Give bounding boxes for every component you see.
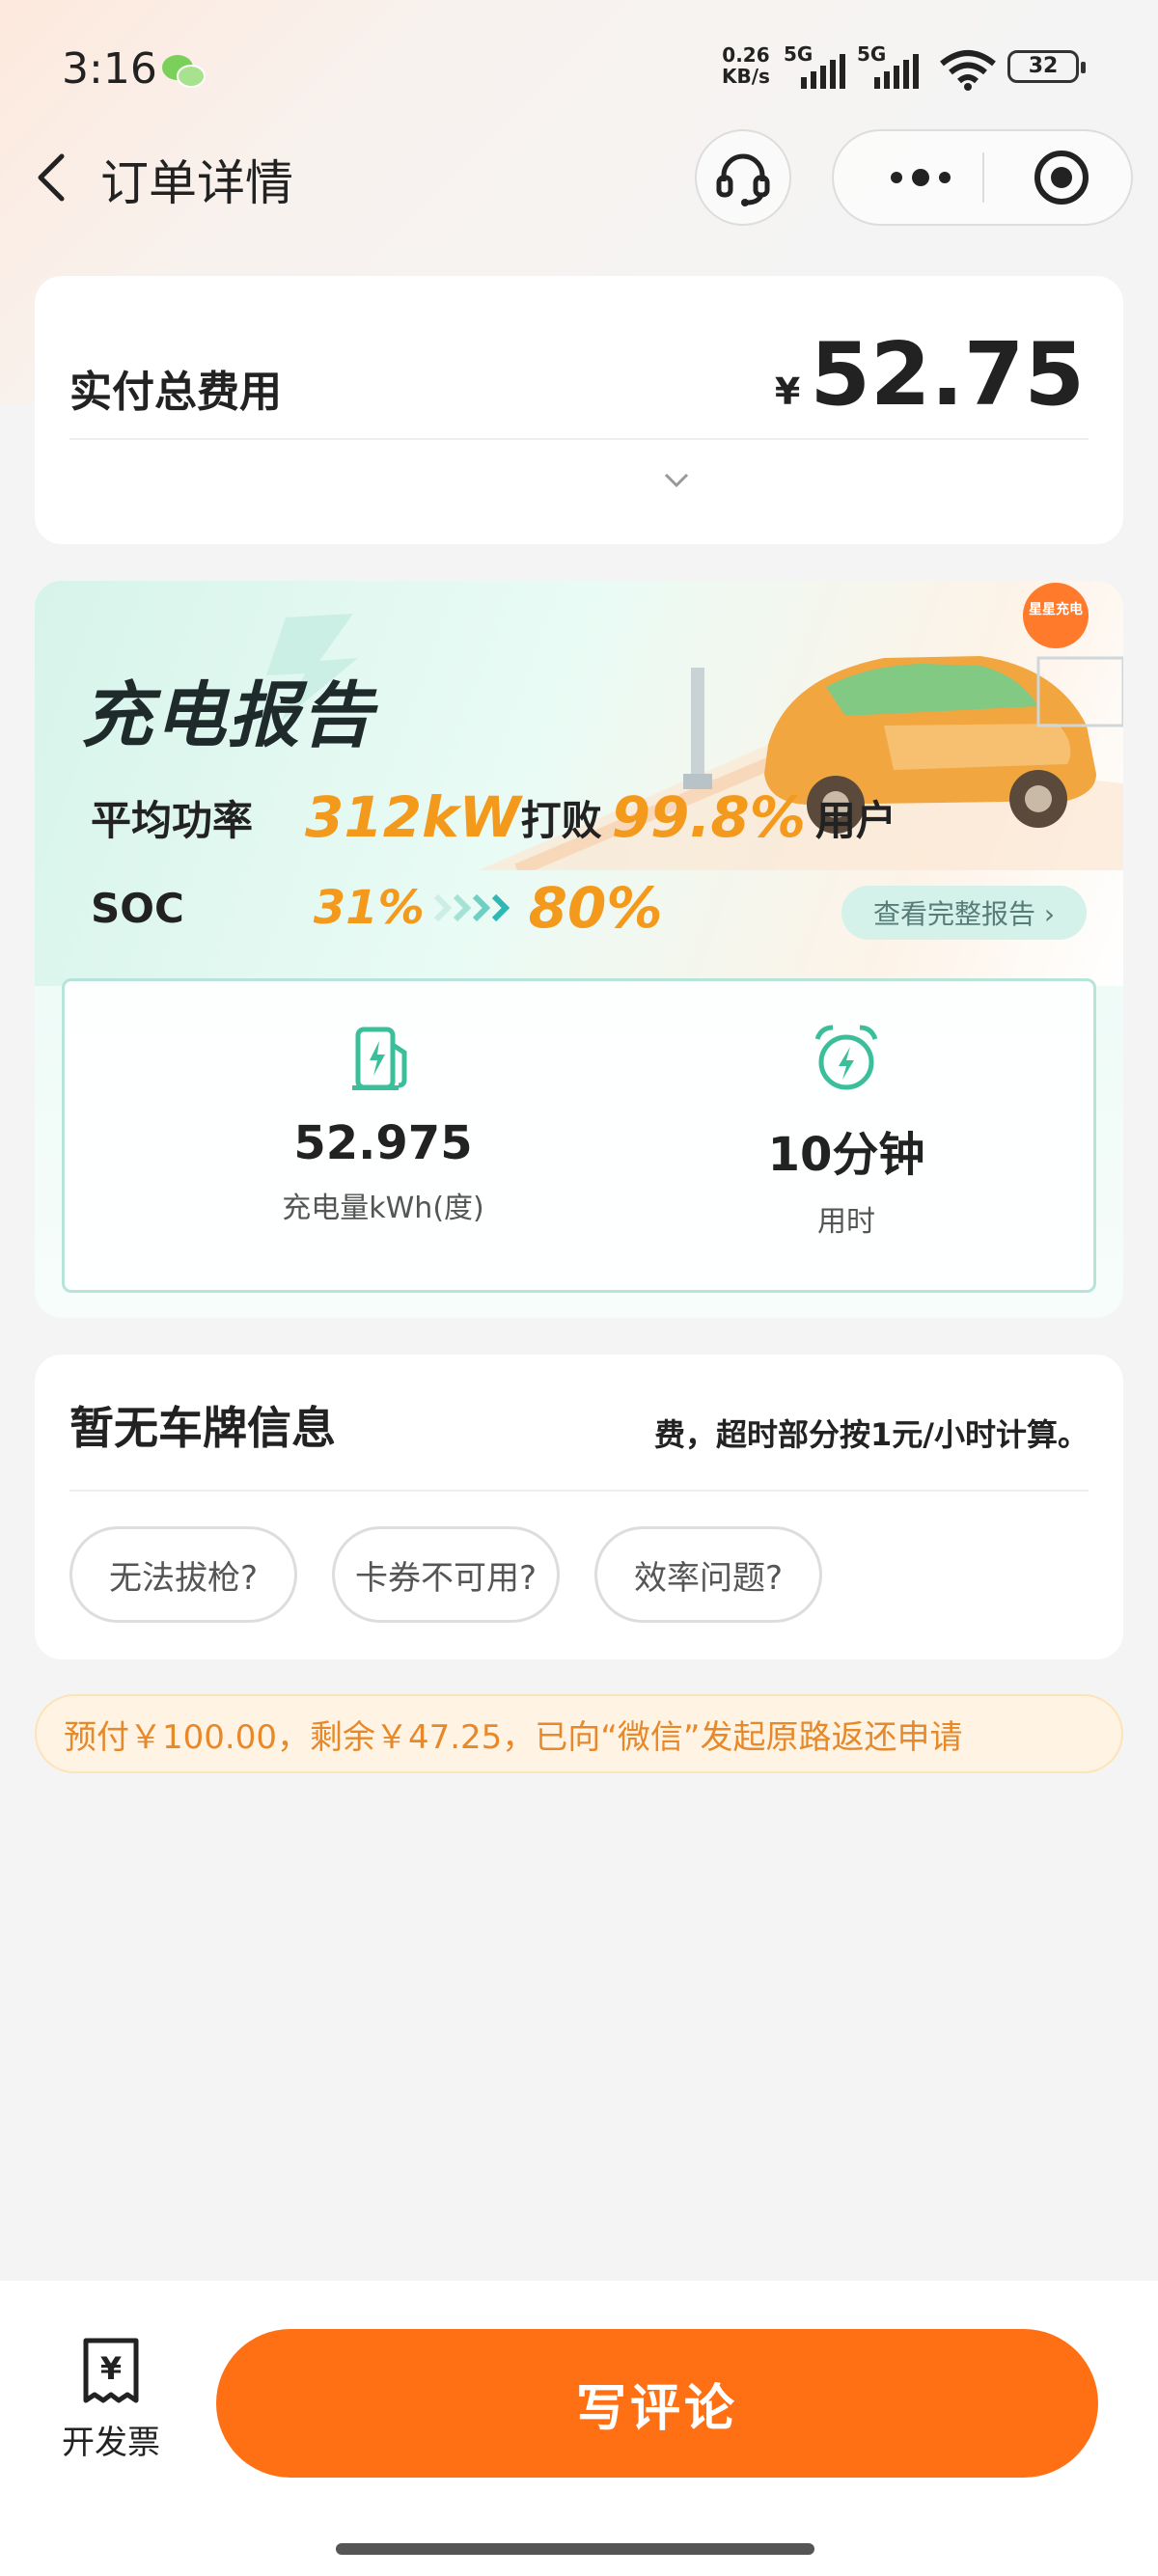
avg-power-value: 312kW: [305, 784, 521, 850]
soc-start: 31%: [313, 881, 425, 935]
write-review-button[interactable]: 写评论: [216, 2329, 1098, 2478]
duration-value: 10分钟: [767, 1128, 925, 1182]
net-speed: 0.26 KB/s: [722, 44, 770, 87]
beat-percent: 99.8%: [611, 784, 806, 850]
close-miniprogram-button[interactable]: [1013, 131, 1110, 224]
miniprogram-capsule: [832, 129, 1133, 226]
users-text: 用户: [814, 796, 896, 844]
plate-title: 暂无车牌信息: [69, 1402, 336, 1454]
energy-label: 充电量kWh(度): [282, 1192, 484, 1225]
customer-service-button[interactable]: [695, 129, 791, 226]
divider: [69, 438, 1089, 440]
charging-pile-icon: [352, 1027, 407, 1090]
charging-stats: 52.975 充电量kWh(度) 10分钟 用时: [62, 978, 1096, 1293]
nav-bar: 订单详情: [0, 125, 1158, 232]
net-speed-value: 0.26: [722, 43, 770, 67]
chevron-down-icon[interactable]: [662, 469, 691, 492]
bottom-action-bar: ¥ 开发票 写评论: [0, 2281, 1158, 2576]
alarm-clock-icon: [814, 1025, 878, 1090]
report-title: 充电报告: [81, 674, 374, 757]
page-title: 订单详情: [100, 155, 293, 211]
home-indicator: [336, 2543, 814, 2555]
avg-power-label: 平均功率: [91, 796, 254, 844]
chip-cannot-unplug[interactable]: 无法拔枪?: [69, 1526, 297, 1623]
wechat-icon: [162, 55, 206, 88]
total-cost-card: 实付总费用 ¥ 52.75: [35, 276, 1123, 544]
more-button[interactable]: [872, 131, 969, 224]
invoice-button[interactable]: ¥ 开发票: [48, 2337, 174, 2463]
avg-power-row: 平均功率 312kW 打败 99.8% 用户: [91, 783, 896, 851]
receipt-yen-text: ¥: [100, 2350, 122, 2387]
status-time: 3:16: [62, 44, 157, 94]
invoice-label: 开发票: [62, 2424, 160, 2462]
progress-arrows-icon: [433, 893, 510, 922]
soc-end: 80%: [528, 875, 663, 941]
wifi-icon: [940, 50, 996, 91]
prepay-refund-notice: 预付￥100.00，剩余￥47.25，已向“微信”发起原路返还申请: [35, 1694, 1123, 1773]
status-bar: 3:16 0.26 KB/s 5G 5G 32: [0, 39, 1158, 96]
headset-icon: [716, 153, 770, 206]
battery-icon: 32: [1007, 50, 1086, 83]
full-report-button[interactable]: 查看完整报告 ›: [841, 886, 1087, 940]
chip-efficiency-issue[interactable]: 效率问题?: [594, 1526, 822, 1623]
total-cost-value: 52.75: [810, 324, 1085, 425]
brand-badge-text: 星星充电: [1029, 601, 1083, 617]
divider: [69, 1490, 1089, 1492]
signal-icon-2: [874, 54, 919, 89]
signal-icon-1: [801, 54, 845, 89]
capsule-divider: [982, 152, 984, 203]
beat-text: 打败: [520, 796, 602, 844]
duration-label: 用时: [817, 1205, 875, 1239]
receipt-icon: ¥: [83, 2338, 139, 2403]
soc-row: SOC 31% 80%: [91, 874, 663, 942]
chip-coupon-unavailable[interactable]: 卡券不可用?: [332, 1526, 560, 1623]
energy-stat: 52.975 充电量kWh(度): [180, 1020, 586, 1226]
plate-info-card: 暂无车牌信息 费，超时部分按1元/小时计算。 无法拔枪? 卡券不可用? 效率问题…: [35, 1355, 1123, 1659]
currency-symbol: ¥: [774, 370, 801, 413]
net-speed-unit: KB/s: [722, 65, 770, 88]
duration-stat: 10分钟 用时: [644, 1020, 1049, 1240]
more-dots-icon: [891, 169, 951, 186]
total-cost-amount: ¥ 52.75: [775, 324, 1085, 425]
overtime-notice: 费，超时部分按1元/小时计算。: [654, 1416, 1089, 1453]
soc-label: SOC: [91, 884, 184, 932]
target-icon: [1034, 151, 1089, 205]
energy-value: 52.975: [293, 1116, 473, 1170]
back-arrow-icon[interactable]: [29, 149, 77, 206]
charging-report-card: 充电报告 星星充电 平均功率 312kW 打败 99.8% 用户 SOC 31%: [35, 581, 1123, 1318]
total-cost-label: 实付总费用: [69, 368, 282, 417]
